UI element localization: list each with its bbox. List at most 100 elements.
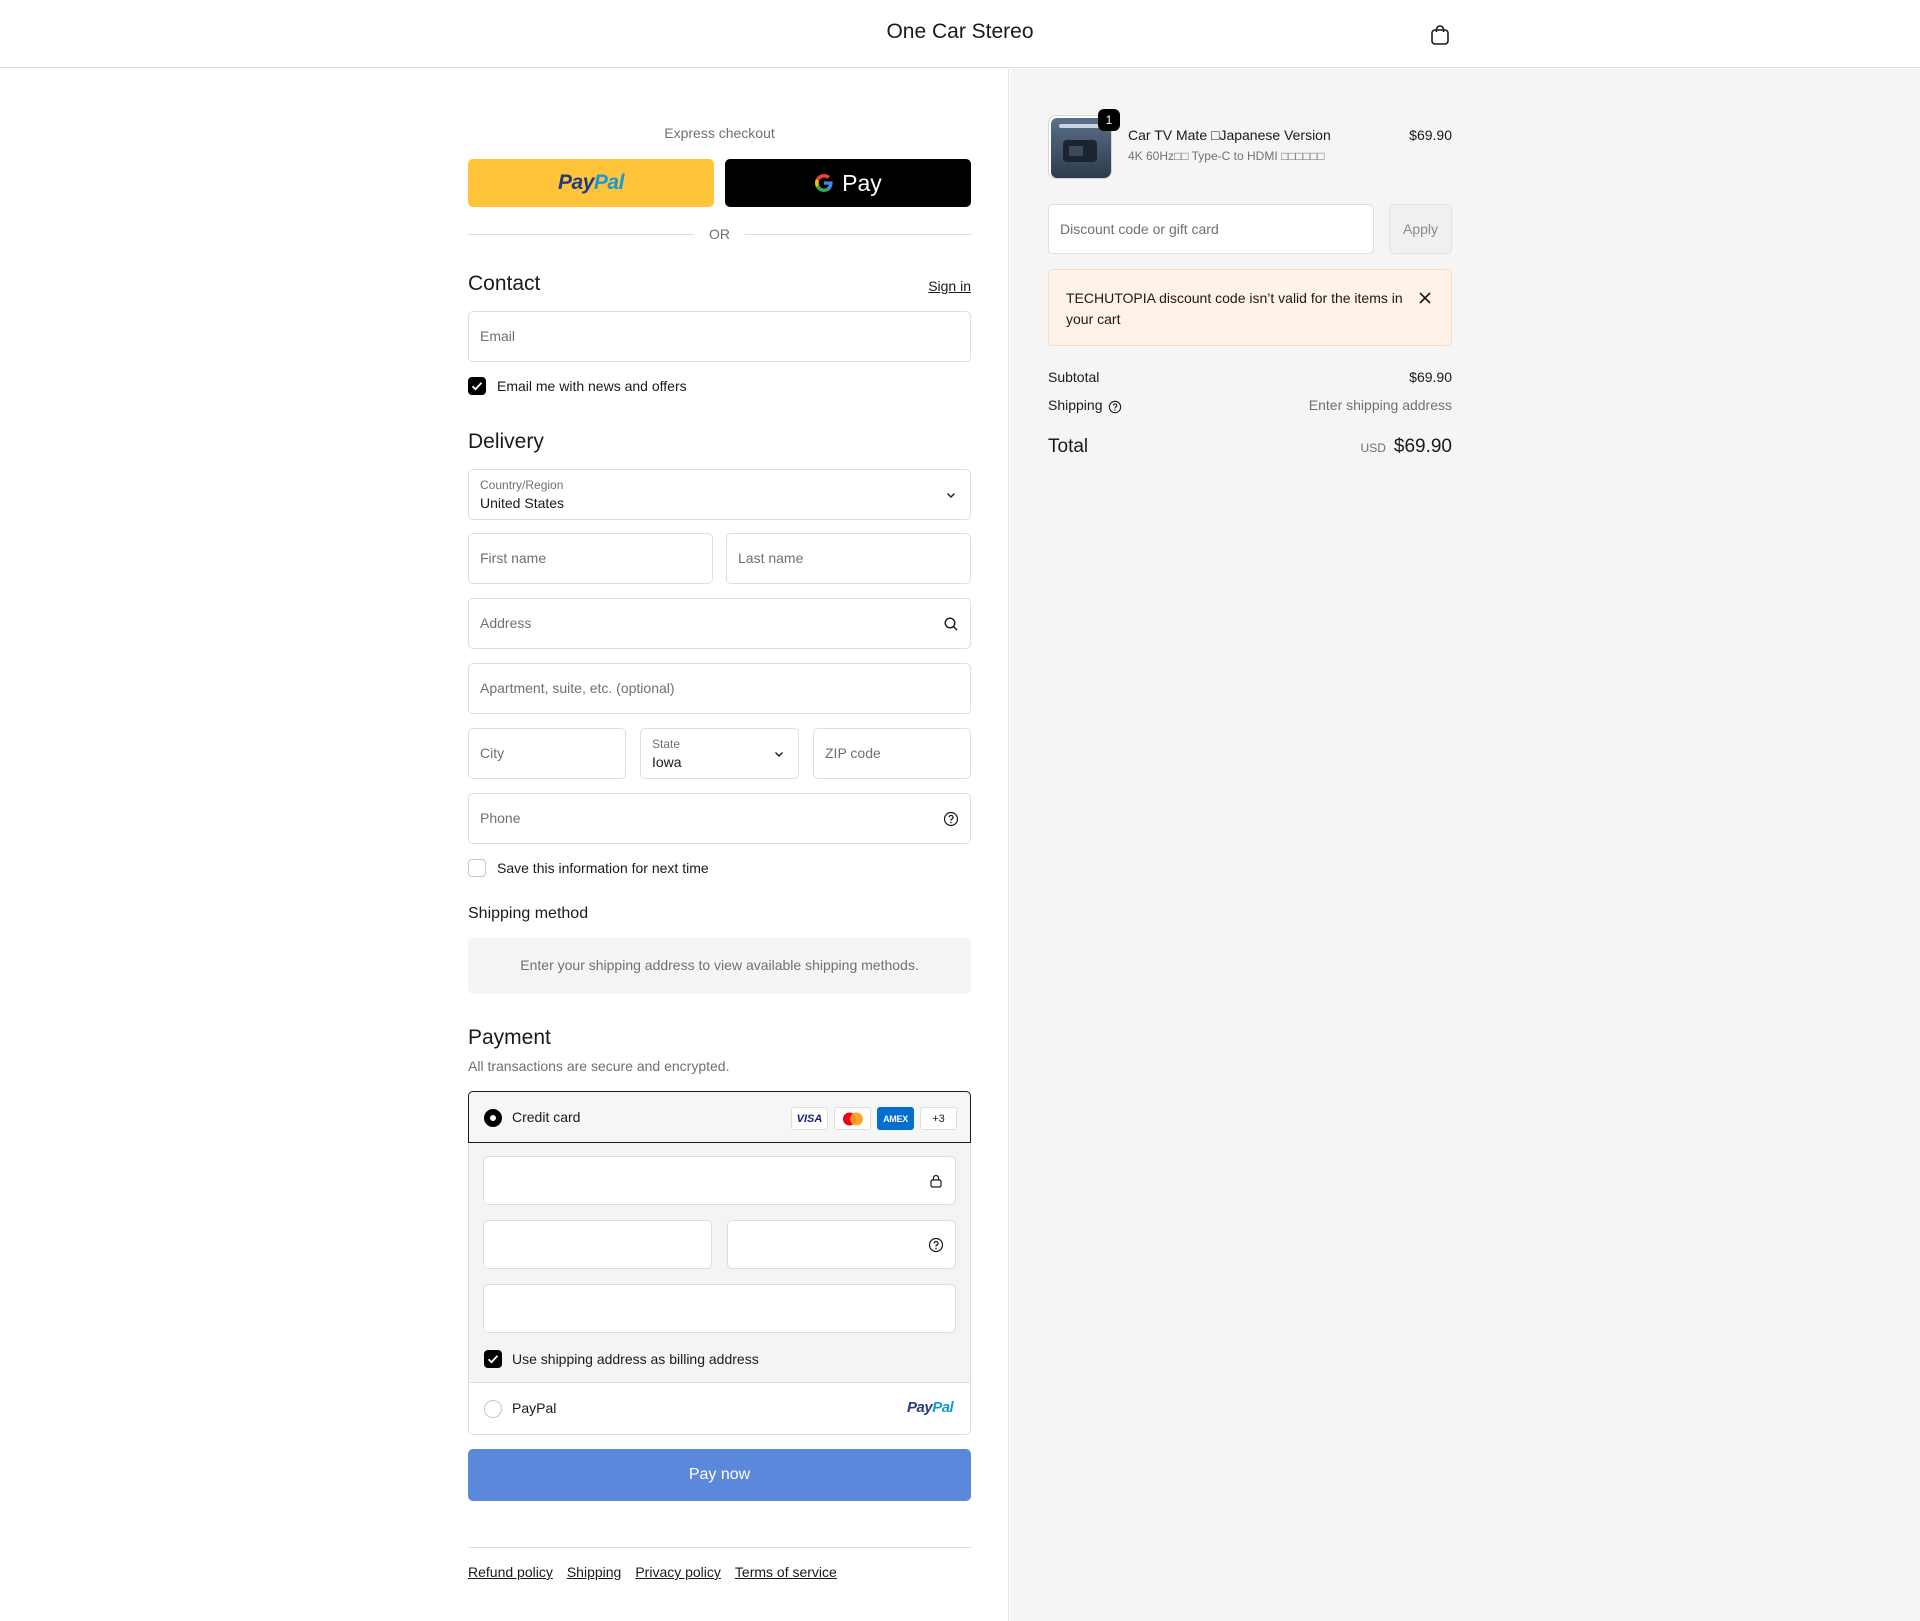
pay-now-button[interactable]: Pay now bbox=[468, 1449, 971, 1501]
store-name[interactable]: One Car Stereo bbox=[0, 20, 1920, 44]
first-name-placeholder: First name bbox=[480, 550, 547, 566]
footer-divider bbox=[468, 1547, 971, 1548]
header: One Car Stereo bbox=[0, 0, 1920, 68]
discount-error-text: TECHUTOPIA discount code isn’t valid for… bbox=[1066, 290, 1403, 327]
subtotal-label: Subtotal bbox=[1048, 369, 1100, 385]
checkout-main: Express checkout PayPal Pay OR Contact S… bbox=[0, 69, 1009, 1621]
news-checkbox-label: Email me with news and offers bbox=[497, 378, 687, 394]
phone-field[interactable]: Phone bbox=[468, 793, 971, 844]
checkmark-icon bbox=[487, 1355, 499, 1364]
shopping-bag-icon[interactable] bbox=[1428, 23, 1452, 47]
name-on-card-field[interactable] bbox=[483, 1284, 956, 1333]
paypal-logo: PayPal bbox=[558, 171, 624, 194]
shipping-method-title: Shipping method bbox=[468, 905, 589, 922]
email-field[interactable]: Email bbox=[468, 311, 971, 362]
refund-policy-link[interactable]: Refund policy bbox=[468, 1564, 553, 1580]
help-icon[interactable] bbox=[943, 811, 959, 827]
google-pay-label: Pay bbox=[842, 169, 882, 196]
search-icon bbox=[944, 617, 958, 631]
order-summary: 1 Car TV Mate □Japanese Version 4K 60Hz□… bbox=[1010, 69, 1920, 1621]
express-checkout-title: Express checkout bbox=[664, 125, 775, 141]
email-placeholder: Email bbox=[480, 328, 516, 344]
city-placeholder: City bbox=[480, 745, 505, 761]
save-info-label: Save this information for next time bbox=[497, 860, 709, 876]
apartment-field[interactable]: Apartment, suite, etc. (optional) bbox=[468, 663, 971, 714]
paypal-radio[interactable] bbox=[484, 1400, 502, 1418]
country-label: Country/Region bbox=[480, 478, 564, 492]
chevron-down-icon bbox=[775, 752, 783, 757]
billing-checkbox-label: Use shipping address as billing address bbox=[512, 1351, 759, 1367]
credit-card-radio[interactable] bbox=[484, 1109, 502, 1127]
terms-of-service-link[interactable]: Terms of service bbox=[735, 1564, 837, 1580]
state-label: State bbox=[652, 737, 681, 751]
payment-options: Credit card VISA AMEX +3 Use shipping ad… bbox=[468, 1091, 971, 1435]
lock-icon bbox=[930, 1174, 942, 1188]
address-placeholder: Address bbox=[480, 615, 532, 631]
delivery-title: Delivery bbox=[468, 430, 544, 453]
total-label: Total bbox=[1048, 436, 1089, 457]
contact-title: Contact bbox=[468, 272, 541, 295]
shipping-label: Shipping bbox=[1048, 397, 1103, 413]
total-amount: USD $69.90 bbox=[1361, 436, 1452, 458]
credit-card-form: Use shipping address as billing address bbox=[469, 1143, 970, 1383]
shipping-method-message: Enter your shipping address to view avai… bbox=[520, 957, 919, 973]
paypal-express-button[interactable]: PayPal bbox=[468, 159, 714, 207]
zip-field[interactable]: ZIP code bbox=[813, 728, 971, 779]
country-value: United States bbox=[480, 495, 565, 511]
quantity-badge: 1 bbox=[1098, 109, 1120, 131]
visa-icon: VISA bbox=[791, 1107, 828, 1130]
discount-placeholder: Discount code or gift card bbox=[1060, 221, 1219, 237]
product-price: $69.90 bbox=[1409, 127, 1452, 143]
paypal-option[interactable]: PayPal PayPal bbox=[469, 1383, 970, 1434]
discount-error-alert: TECHUTOPIA discount code isn’t valid for… bbox=[1048, 269, 1452, 346]
credit-card-option[interactable]: Credit card VISA AMEX +3 bbox=[468, 1091, 971, 1143]
footer-links: Refund policy Shipping Privacy policy Te… bbox=[468, 1564, 837, 1580]
billing-checkbox[interactable] bbox=[484, 1350, 502, 1368]
privacy-policy-link[interactable]: Privacy policy bbox=[635, 1564, 721, 1580]
shipping-value: Enter shipping address bbox=[1308, 397, 1452, 413]
phone-placeholder: Phone bbox=[480, 810, 521, 826]
paypal-logo: PayPal bbox=[907, 1399, 954, 1416]
amex-icon: AMEX bbox=[877, 1107, 914, 1130]
card-number-field[interactable] bbox=[483, 1156, 956, 1205]
zip-placeholder: ZIP code bbox=[825, 745, 881, 761]
close-icon[interactable] bbox=[1416, 289, 1434, 307]
sign-in-link[interactable]: Sign in bbox=[928, 278, 971, 294]
first-name-field[interactable]: First name bbox=[468, 533, 713, 584]
address-field[interactable]: Address bbox=[468, 598, 971, 649]
country-select[interactable]: Country/Region United States bbox=[468, 469, 971, 520]
last-name-placeholder: Last name bbox=[738, 550, 804, 566]
paypal-option-label: PayPal bbox=[512, 1400, 557, 1416]
google-pay-button[interactable]: Pay bbox=[725, 159, 971, 207]
shipping-method-box: Enter your shipping address to view avai… bbox=[468, 938, 971, 994]
payment-title: Payment bbox=[468, 1026, 551, 1049]
currency-code: USD bbox=[1360, 441, 1386, 455]
news-checkbox[interactable] bbox=[468, 377, 486, 395]
apartment-placeholder: Apartment, suite, etc. (optional) bbox=[480, 680, 675, 696]
more-cards-badge: +3 bbox=[920, 1107, 957, 1130]
state-value: Iowa bbox=[652, 754, 682, 770]
last-name-field[interactable]: Last name bbox=[726, 533, 971, 584]
or-divider: OR bbox=[468, 224, 971, 244]
subtotal-value: $69.90 bbox=[1409, 369, 1452, 385]
save-info-checkbox[interactable] bbox=[468, 859, 486, 877]
chevron-down-icon bbox=[947, 493, 955, 498]
state-select[interactable]: State Iowa bbox=[640, 728, 799, 779]
expiration-field[interactable] bbox=[483, 1220, 712, 1269]
apply-discount-button[interactable]: Apply bbox=[1389, 204, 1452, 254]
discount-code-field[interactable]: Discount code or gift card bbox=[1048, 204, 1374, 254]
mastercard-icon bbox=[834, 1107, 871, 1130]
total-value: $69.90 bbox=[1393, 436, 1452, 457]
help-icon[interactable] bbox=[1108, 400, 1122, 414]
product-variant: 4K 60Hz□□ Type-C to HDMI □□□□□□ bbox=[1128, 149, 1325, 163]
product-name: Car TV Mate □Japanese Version bbox=[1128, 127, 1331, 143]
city-field[interactable]: City bbox=[468, 728, 626, 779]
checkmark-icon bbox=[471, 382, 483, 391]
shipping-policy-link[interactable]: Shipping bbox=[567, 1564, 622, 1580]
help-icon[interactable] bbox=[928, 1237, 944, 1253]
security-code-field[interactable] bbox=[727, 1220, 956, 1269]
credit-card-label: Credit card bbox=[512, 1109, 581, 1125]
google-g-icon bbox=[815, 174, 833, 192]
or-text: OR bbox=[709, 226, 730, 242]
payment-subtitle: All transactions are secure and encrypte… bbox=[468, 1058, 730, 1074]
